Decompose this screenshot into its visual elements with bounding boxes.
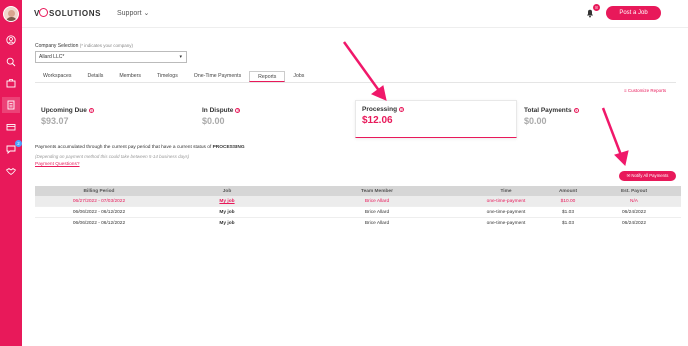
total-payments-card: Total Payments? $0.00 <box>524 107 579 143</box>
accumulated-note: Payments accumulated through the current… <box>35 145 245 150</box>
cell-billing-period: 06/27/2022 - 07/03/2022 <box>72 198 126 204</box>
help-icon[interactable]: ? <box>399 107 405 112</box>
help-icon[interactable]: ? <box>88 108 94 113</box>
search-icon[interactable] <box>6 57 16 67</box>
tab-divider <box>35 82 676 83</box>
cell-est-payout: 06/24/2022 <box>621 220 646 226</box>
tab-jobs[interactable]: Jobs <box>285 71 312 82</box>
header-amount[interactable]: Amount <box>549 189 587 194</box>
cell-job-link[interactable]: My job <box>163 221 291 226</box>
table-row[interactable]: 06/06/2022 - 06/12/2022 My job Brice All… <box>35 218 681 228</box>
cell-time: one-time-payment <box>486 209 526 215</box>
dropdown-caret-icon: ▾ <box>179 54 182 60</box>
cell-amount: $1.03 <box>561 209 574 215</box>
brand-logo[interactable]: V SOLUTIONS <box>34 8 101 18</box>
messages-badge: 2 <box>15 140 22 147</box>
cell-team-member: Brice Allard <box>364 220 390 226</box>
cell-billing-period: 06/06/2022 - 06/12/2022 <box>72 220 126 226</box>
tab-reports[interactable]: Reports <box>249 71 286 82</box>
header-billing-period[interactable]: Billing Period <box>35 189 163 194</box>
processing-card[interactable]: Processing? $12.06 <box>355 100 517 138</box>
cell-time: one-time-payment <box>486 198 526 204</box>
card-title: In Dispute <box>202 107 234 114</box>
cell-job-link[interactable]: My job <box>163 199 291 204</box>
help-icon[interactable]: ? <box>235 108 241 113</box>
tab-one-time-payments[interactable]: One-Time Payments <box>186 71 249 82</box>
tab-bar: Workspaces Details Members Timelogs One-… <box>35 71 312 82</box>
cell-est-payout: N/A <box>630 198 638 204</box>
briefcase-icon[interactable] <box>6 78 16 88</box>
card-title: Total Payments <box>524 107 572 114</box>
payment-questions-link[interactable]: Payment Questions? <box>35 162 80 167</box>
header-job[interactable]: Job <box>163 189 291 194</box>
help-icon[interactable]: ? <box>573 108 579 113</box>
support-label: Support <box>117 10 142 17</box>
payments-icon[interactable] <box>6 122 16 132</box>
header-time[interactable]: Time <box>463 189 549 194</box>
support-menu[interactable]: Support ⌄ <box>117 9 149 17</box>
customize-reports-link[interactable]: ≡ Customize Reports <box>624 88 666 93</box>
cell-amount: $1.03 <box>561 220 574 226</box>
table-header: Billing Period Job Team Member Time Amou… <box>35 186 681 196</box>
tab-members[interactable]: Members <box>111 71 149 82</box>
in-dispute-card: In Dispute? $0.00 <box>202 107 241 143</box>
chevron-down-icon: ⌄ <box>143 10 150 17</box>
arrow-to-processing <box>342 41 387 101</box>
tab-timelogs[interactable]: Timelogs <box>149 71 186 82</box>
post-job-button[interactable]: Post a Job <box>606 6 661 20</box>
cell-team-member: Brice Allard <box>364 198 390 204</box>
card-value: $0.00 <box>202 116 225 126</box>
card-value: $93.07 <box>41 116 69 126</box>
reports-icon[interactable] <box>2 97 20 113</box>
card-value: $12.06 <box>362 115 393 126</box>
processing-time-note: (Depending on payment method this could … <box>35 154 190 159</box>
cell-time: one-time-payment <box>486 220 526 226</box>
user-avatar[interactable] <box>3 6 19 22</box>
logo-ring-icon <box>38 8 48 17</box>
header-est-payout[interactable]: Est. Payout <box>587 189 681 194</box>
sidebar: 2 <box>0 0 22 346</box>
table-row[interactable]: 06/06/2022 - 06/12/2022 My job Brice All… <box>35 207 681 217</box>
tab-details[interactable]: Details <box>79 71 111 82</box>
notification-badge: 8 <box>593 4 600 11</box>
header-team-member[interactable]: Team Member <box>291 189 463 194</box>
cell-job-link[interactable]: My job <box>163 210 291 215</box>
messages-icon[interactable]: 2 <box>6 140 22 154</box>
table-row[interactable]: 06/27/2022 - 07/03/2022 My job Brice All… <box>35 196 681 206</box>
tab-workspaces[interactable]: Workspaces <box>35 71 79 82</box>
profile-icon[interactable] <box>6 35 16 45</box>
arrow-to-notify <box>601 107 629 167</box>
card-title: Upcoming Due <box>41 107 87 114</box>
notify-all-payments-button[interactable]: ✉ Notify All Payments <box>619 171 676 181</box>
cell-team-member: Brice Allard <box>364 209 390 215</box>
card-value: $0.00 <box>524 116 547 126</box>
cell-amount: $10.00 <box>560 198 576 204</box>
company-selected-value: Allard LLC* <box>39 54 65 60</box>
cell-est-payout: 06/24/2022 <box>621 209 646 215</box>
upcoming-due-card: Upcoming Due? $93.07 <box>41 107 94 143</box>
company-select[interactable]: Allard LLC* ▾ <box>35 51 187 63</box>
payments-table: Billing Period Job Team Member Time Amou… <box>35 186 681 228</box>
card-title: Processing <box>362 106 398 113</box>
cell-billing-period: 06/06/2022 - 06/12/2022 <box>72 209 126 215</box>
handshake-icon[interactable] <box>6 166 16 176</box>
company-selection-label: Company Selection (* indicates your comp… <box>35 43 134 49</box>
